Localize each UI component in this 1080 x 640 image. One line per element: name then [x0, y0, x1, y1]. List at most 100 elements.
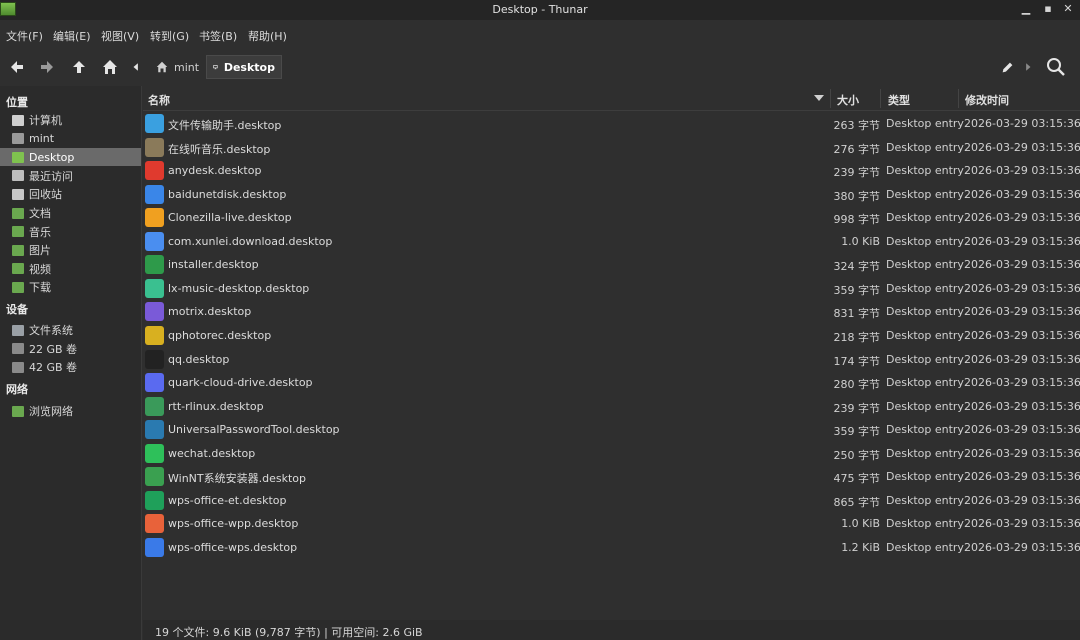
- file-row[interactable]: rtt-rlinux.desktop 239 字节 Desktop entry 202…: [143, 395, 1080, 419]
- close-button[interactable]: ✕: [1060, 2, 1076, 15]
- path-scroll-right-button[interactable]: [1018, 48, 1038, 86]
- sidebar-item-devices[interactable]: 42 GB 卷: [0, 358, 141, 376]
- sort-descending-icon[interactable]: [814, 95, 824, 101]
- file-row[interactable]: 文件传输助手.desktop 263 字节 Desktop entry 2026-03…: [143, 112, 1080, 136]
- file-modified: 2026-03-29 03:15:36: [964, 140, 1080, 154]
- sidebar-item-places[interactable]: 文档: [0, 204, 141, 222]
- sidebar-item-places[interactable]: 回收站: [0, 185, 141, 203]
- file-name: Clonezilla-live.desktop: [168, 211, 292, 225]
- file-row[interactable]: 在线听音乐.desktop 276 字节 Desktop entry 2026-03-…: [143, 136, 1080, 160]
- column-name-header[interactable]: 名称: [148, 92, 170, 108]
- file-row[interactable]: installer.desktop 324 字节 Desktop entry 2026…: [143, 253, 1080, 277]
- sidebar-item-devices[interactable]: 文件系统: [0, 321, 141, 339]
- sidebar-item-places[interactable]: 图片: [0, 241, 141, 259]
- sidebar-item-places[interactable]: 下载: [0, 278, 141, 296]
- breadcrumb-current[interactable]: Desktop: [206, 55, 282, 79]
- menu-view[interactable]: 视图(V): [101, 28, 139, 44]
- file-modified: 2026-03-29 03:15:36: [964, 164, 1080, 178]
- file-modified: 2026-03-29 03:15:36: [964, 399, 1080, 413]
- file-type: Desktop entry: [886, 117, 964, 130]
- application-icon: [145, 325, 164, 345]
- file-row[interactable]: wps-office-wpp.desktop 1.0 KiB Desktop ent…: [143, 512, 1080, 536]
- file-size: 174 字节: [833, 354, 881, 368]
- file-modified: 2026-03-29 03:15:36: [964, 305, 1080, 319]
- music-folder-icon: [12, 226, 24, 238]
- sidebar-item-places[interactable]: Desktop: [0, 148, 141, 167]
- file-name: anydesk.desktop: [168, 164, 262, 178]
- file-row[interactable]: Clonezilla-live.desktop 998 字节 Desktop ent…: [143, 206, 1080, 230]
- file-modified: 2026-03-29 03:15:36: [964, 117, 1080, 130]
- file-size: 276 字节: [833, 142, 881, 156]
- file-modified: 2026-03-29 03:15:36: [964, 234, 1080, 248]
- file-row[interactable]: qq.desktop 174 字节 Desktop entry 2026-03-29 …: [143, 348, 1080, 372]
- column-type-header[interactable]: 类型: [888, 92, 910, 108]
- home-button[interactable]: [97, 48, 123, 86]
- file-type: Desktop entry: [886, 164, 964, 178]
- file-row[interactable]: anydesk.desktop 239 字节 Desktop entry 2026-0…: [143, 159, 1080, 183]
- file-row[interactable]: wechat.desktop 250 字节 Desktop entry 2026-03…: [143, 442, 1080, 466]
- file-modified: 2026-03-29 03:15:36: [964, 328, 1080, 342]
- path-scroll-left-button[interactable]: [126, 48, 146, 86]
- file-row[interactable]: UniversalPasswordTool.desktop 359 字节 Deskt…: [143, 418, 1080, 442]
- file-size: 475 字节: [833, 472, 881, 486]
- file-list-view: 名称 大小 类型 修改时间 文件传输助手.desktop 263 字节 Deskto…: [143, 86, 1080, 620]
- menu-bar: 文件(F) 编辑(E) 视图(V) 转到(G) 书签(B) 帮助(H): [0, 22, 1080, 46]
- file-row[interactable]: lx-music-desktop.desktop 359 字节 Desktop en…: [143, 277, 1080, 301]
- home-folder-icon: [12, 133, 24, 145]
- file-name: installer.desktop: [168, 258, 259, 272]
- file-size: 1.0 KiB: [841, 234, 880, 248]
- sidebar-item-places[interactable]: 视频: [0, 260, 141, 278]
- menu-bookmarks[interactable]: 书签(B): [199, 28, 237, 44]
- file-row[interactable]: baidunetdisk.desktop 380 字节 Desktop entry 2…: [143, 183, 1080, 207]
- file-name: 文件传输助手.desktop: [168, 119, 282, 132]
- menu-file[interactable]: 文件(F): [6, 28, 43, 44]
- sidebar-item-places[interactable]: 最近访问: [0, 167, 141, 185]
- file-modified: 2026-03-29 03:15:36: [964, 211, 1080, 225]
- sidebar-item-label: 浏览网络: [29, 405, 73, 418]
- arrow-left-icon: [11, 61, 23, 73]
- column-header-row: 名称 大小 类型 修改时间: [143, 86, 1080, 111]
- sidebar-item-network[interactable]: 浏览网络: [0, 402, 141, 420]
- title-bar: Desktop - Thunar ▁ ▪ ✕: [0, 0, 1080, 20]
- file-name: wps-office-wpp.desktop: [168, 517, 299, 531]
- minimize-button[interactable]: ▁: [1018, 2, 1034, 15]
- edit-location-button[interactable]: [994, 48, 1020, 86]
- drive-icon: [12, 361, 24, 373]
- breadcrumb-parent-label: mint: [174, 60, 200, 74]
- back-button[interactable]: [4, 48, 30, 86]
- sidebar-item-label: 视频: [29, 262, 51, 276]
- file-row[interactable]: com.xunlei.download.desktop 1.0 KiB Deskto…: [143, 230, 1080, 254]
- file-size: 263 字节: [833, 119, 881, 132]
- file-row[interactable]: qphotorec.desktop 218 字节 Desktop entry 2026…: [143, 324, 1080, 348]
- menu-help[interactable]: 帮助(H): [248, 28, 287, 44]
- up-button[interactable]: [66, 48, 92, 86]
- desktop-icon: [213, 65, 218, 70]
- file-row[interactable]: quark-cloud-drive.desktop 280 字节 Desktop e…: [143, 371, 1080, 395]
- file-size: 831 字节: [833, 307, 881, 321]
- sidebar-item-devices[interactable]: 22 GB 卷: [0, 340, 141, 358]
- sidebar-item-places[interactable]: mint: [0, 130, 141, 148]
- column-size-header[interactable]: 大小: [837, 92, 859, 108]
- file-size: 250 字节: [833, 448, 881, 462]
- sidebar-item-places[interactable]: 计算机: [0, 111, 141, 129]
- file-row[interactable]: motrix.desktop 831 字节 Desktop entry 2026-03…: [143, 300, 1080, 324]
- menu-go[interactable]: 转到(G): [150, 28, 189, 44]
- menu-edit[interactable]: 编辑(E): [53, 28, 91, 44]
- sidebar-item-label: 下载: [29, 281, 51, 295]
- breadcrumb-parent[interactable]: mint: [150, 55, 205, 79]
- file-modified: 2026-03-29 03:15:36: [964, 187, 1080, 201]
- search-button[interactable]: [1042, 48, 1070, 86]
- column-modified-header[interactable]: 修改时间: [965, 92, 1009, 108]
- file-name: rtt-rlinux.desktop: [168, 399, 264, 413]
- file-row[interactable]: wps-office-et.desktop 865 字节 Desktop entry…: [143, 489, 1080, 513]
- file-name: wps-office-et.desktop: [168, 493, 287, 507]
- maximize-button[interactable]: ▪: [1040, 2, 1056, 15]
- sidebar: 位置 计算机 mint Desktop 最近访问 回收站 文档 音乐 图片 视频 下载 设备 文件…: [0, 86, 142, 640]
- forward-button[interactable]: [34, 48, 60, 86]
- application-icon: [145, 161, 164, 181]
- status-bar: 19 个文件: 9.6 KiB (9,787 字节) | 可用空间: 2.6 G…: [143, 620, 1080, 640]
- file-row[interactable]: WinNT系统安装器.desktop 475 字节 Desktop entry 202…: [143, 465, 1080, 489]
- application-icon: [145, 255, 164, 275]
- file-row[interactable]: wps-office-wps.desktop 1.2 KiB Desktop ent…: [143, 536, 1080, 560]
- sidebar-item-places[interactable]: 音乐: [0, 223, 141, 241]
